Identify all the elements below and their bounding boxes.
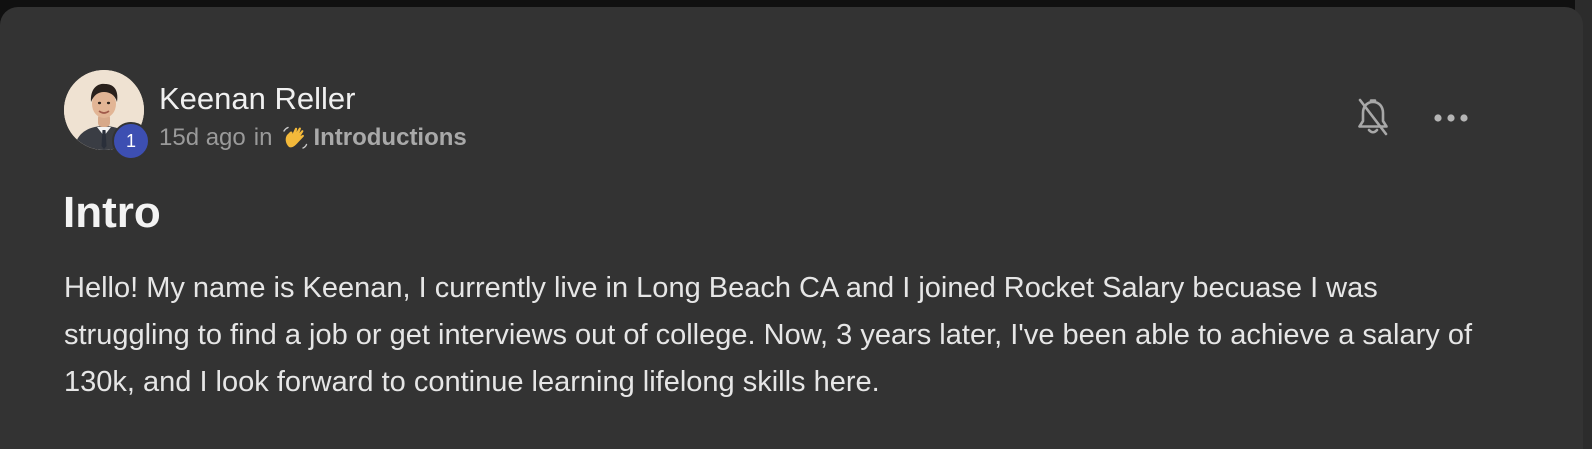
- more-options-button[interactable]: [1427, 95, 1475, 143]
- waving-hand-icon: [281, 124, 309, 152]
- mute-notifications-button[interactable]: [1349, 95, 1397, 143]
- author-name[interactable]: Keenan Reller: [159, 79, 467, 119]
- post-card: 1 Keenan Reller 15d ago in Introductions: [0, 7, 1583, 449]
- page: 1 Keenan Reller 15d ago in Introductions: [0, 0, 1592, 449]
- post-meta: Keenan Reller 15d ago in Introductions: [159, 70, 467, 153]
- post-title: Intro: [63, 188, 161, 237]
- post-actions: [1349, 95, 1475, 143]
- post-body: Hello! My name is Keenan, I currently li…: [64, 272, 1473, 398]
- bell-off-icon: [1355, 97, 1391, 142]
- post-time: 15d ago: [159, 124, 246, 151]
- post-subline: 15d ago in Introductions: [159, 123, 467, 153]
- category-link[interactable]: Introductions: [313, 123, 466, 153]
- more-horizontal-icon: [1433, 110, 1469, 128]
- level-badge: 1: [112, 122, 150, 160]
- post-header: 1 Keenan Reller 15d ago in Introductions: [64, 70, 467, 160]
- in-label: in: [253, 124, 273, 151]
- author-avatar-wrapper[interactable]: 1: [64, 70, 150, 160]
